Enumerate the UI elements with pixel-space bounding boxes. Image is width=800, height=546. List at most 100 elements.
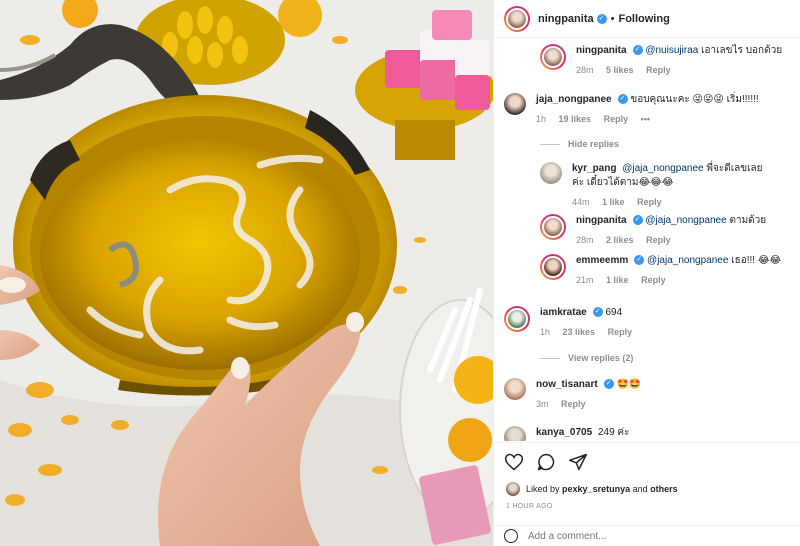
reply-button[interactable]: Reply [561, 399, 586, 409]
comment-time[interactable]: 28m [576, 235, 594, 245]
comment-username[interactable]: ningpanita [576, 215, 627, 226]
comment-meta: 1h 23 likes Reply [540, 325, 642, 339]
comment-text: เธอ!!! 😂😂 [731, 255, 782, 266]
commenter-avatar[interactable] [504, 378, 526, 400]
comment-mention[interactable]: @jaja_nongpanee [647, 255, 728, 266]
commenter-avatar[interactable] [504, 93, 526, 115]
add-comment-input[interactable] [528, 530, 768, 542]
add-comment-bar [494, 525, 800, 546]
comment-username[interactable]: kyr_pang [572, 163, 616, 174]
replies-divider [540, 357, 560, 359]
comments-list[interactable]: ningpanita ✓ @nuisujiraa เอาเลขไร บอกด้วย… [494, 38, 800, 441]
liked-by-others[interactable]: others [650, 484, 678, 494]
comment-meta: 44m 1 like Reply [572, 195, 772, 209]
verified-icon: ✓ [632, 45, 643, 56]
heart-icon[interactable] [504, 452, 524, 472]
comment-item: ningpanita ✓ @jaja_nongpanee ตามด้วย 28m … [540, 214, 792, 247]
comment-time[interactable]: 1h [536, 114, 546, 124]
photo-illustration [0, 0, 493, 546]
verified-icon: ✓ [632, 215, 643, 226]
comment-item: ningpanita ✓ @nuisujiraa เอาเลขไร บอกด้วย… [540, 44, 792, 77]
verified-icon: ✓ [634, 255, 645, 266]
comment-username[interactable]: kanya_0705 [536, 427, 592, 438]
emoji-icon[interactable] [504, 529, 518, 543]
liked-by-and: and [632, 484, 648, 494]
commenter-avatar[interactable] [504, 426, 526, 441]
post-time[interactable]: 1 HOUR AGO [506, 503, 553, 510]
comment-likes[interactable]: 2 likes [606, 235, 634, 245]
comment-body: kyr_pang @jaja_nongpanee พี่จะดีเลขเลยค่… [572, 162, 772, 209]
separator-dot: • [610, 12, 615, 25]
reply-button[interactable]: Reply [646, 235, 671, 245]
comment-likes[interactable]: 23 likes [563, 327, 596, 337]
comment-body: kanya_0705 249 ค่ะ [536, 426, 629, 440]
reply-button[interactable]: Reply [637, 197, 662, 207]
comment-body: now_tisanart ✓ 🤩🤩 3m Reply [536, 378, 641, 411]
comment-text: 🤩🤩 [616, 379, 642, 390]
comment-username[interactable]: iamkratae [540, 307, 587, 318]
post-side-panel: ningpanita ✓ • Following ningpanita ✓ @nu… [493, 0, 800, 546]
view-replies-label: View replies (2) [568, 353, 634, 363]
commenter-avatar[interactable] [540, 254, 566, 280]
verified-icon: ✓ [592, 307, 603, 318]
comment-text: เอาเลขไร บอกด้วย [701, 45, 783, 56]
comment-time[interactable]: 21m [576, 275, 594, 285]
reply-button[interactable]: Reply [608, 327, 633, 337]
comment-item: jaja_nongpanee ✓ ขอบคุณนะคะ 😜😜😜 เริ่ม!!!!… [504, 93, 792, 126]
more-options-icon[interactable]: ••• [641, 114, 650, 124]
comment-mention[interactable]: @jaja_nongpanee [645, 215, 726, 226]
comment-meta: 1h 19 likes Reply ••• [536, 112, 759, 126]
comment-time[interactable]: 28m [576, 65, 594, 75]
comment-time[interactable]: 44m [572, 197, 590, 207]
comment-meta: 21m 1 like Reply [576, 273, 781, 287]
hide-replies-label: Hide replies [568, 139, 620, 149]
instagram-post-view: ningpanita ✓ • Following ningpanita ✓ @nu… [0, 0, 800, 546]
post-photo[interactable] [0, 0, 493, 546]
author-avatar[interactable] [504, 5, 530, 32]
liked-by-line: Liked by pexky_sretunya and others [506, 482, 678, 496]
replies-divider [540, 143, 560, 145]
liker-avatar[interactable] [506, 482, 520, 496]
post-actions-bar [494, 442, 800, 480]
comment-body: ningpanita ✓ @jaja_nongpanee ตามด้วย 28m … [576, 214, 766, 247]
comment-item: iamkratae ✓ 694 1h 23 likes Reply [504, 306, 792, 339]
comment-text: 249 ค่ะ [597, 427, 630, 438]
liker-username[interactable]: pexky_sretunya [562, 484, 630, 494]
comment-mention[interactable]: @nuisujiraa [645, 45, 698, 56]
comment-text: ขอบคุณนะคะ 😜😜😜 เริ่ม!!!!!! [630, 94, 759, 105]
comment-mention[interactable]: @jaja_nongpanee [622, 163, 703, 174]
reply-button[interactable]: Reply [646, 65, 671, 75]
comment-body: emmeemm ✓ @jaja_nongpanee เธอ!!! 😂😂 21m 1… [576, 254, 781, 287]
comment-username[interactable]: ningpanita [576, 45, 627, 56]
commenter-avatar[interactable] [540, 162, 562, 184]
comment-likes[interactable]: 5 likes [606, 65, 634, 75]
comment-time[interactable]: 3m [536, 399, 549, 409]
comment-item: kanya_0705 249 ค่ะ [504, 426, 792, 441]
comment-meta: 28m 2 likes Reply [576, 233, 766, 247]
comment-username[interactable]: emmeemm [576, 255, 628, 266]
verified-icon: ✓ [603, 379, 614, 390]
comment-icon[interactable] [536, 452, 556, 472]
comment-likes[interactable]: 1 like [606, 275, 629, 285]
comment-meta: 3m Reply [536, 397, 641, 411]
hide-replies-button[interactable]: Hide replies [540, 139, 619, 149]
comment-item: emmeemm ✓ @jaja_nongpanee เธอ!!! 😂😂 21m 1… [540, 254, 792, 287]
liked-by-prefix: Liked by [526, 484, 560, 494]
comment-username[interactable]: now_tisanart [536, 379, 598, 390]
share-icon[interactable] [568, 452, 588, 472]
comment-time[interactable]: 1h [540, 327, 550, 337]
view-replies-button[interactable]: View replies (2) [540, 353, 633, 363]
commenter-avatar[interactable] [504, 306, 530, 332]
comment-likes[interactable]: 19 likes [559, 114, 592, 124]
author-username[interactable]: ningpanita [538, 13, 594, 25]
reply-button[interactable]: Reply [641, 275, 666, 285]
commenter-avatar[interactable] [540, 214, 566, 240]
comment-username[interactable]: jaja_nongpanee [536, 94, 612, 105]
comment-likes[interactable]: 1 like [602, 197, 625, 207]
reply-button[interactable]: Reply [604, 114, 629, 124]
comment-text: 694 [605, 307, 623, 318]
comment-body: iamkratae ✓ 694 1h 23 likes Reply [540, 306, 642, 339]
commenter-avatar[interactable] [540, 44, 566, 70]
following-button[interactable]: Following [618, 13, 669, 25]
comment-body: jaja_nongpanee ✓ ขอบคุณนะคะ 😜😜😜 เริ่ม!!!!… [536, 93, 759, 126]
